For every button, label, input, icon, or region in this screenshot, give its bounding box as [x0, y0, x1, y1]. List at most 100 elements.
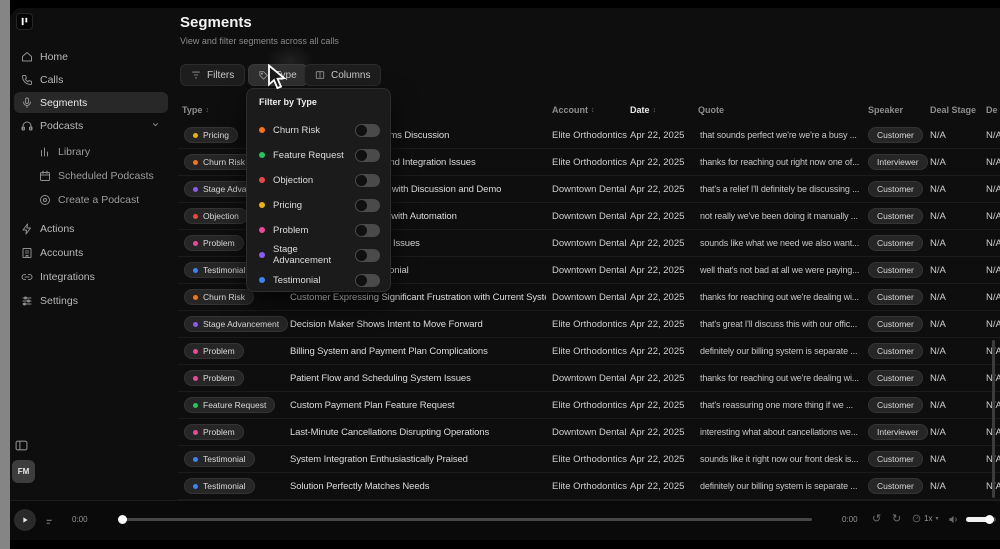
quote-cell: definitely our billing system is separat…	[700, 346, 858, 356]
columns-button[interactable]: Columns	[304, 64, 382, 86]
queue-icon[interactable]	[45, 514, 55, 532]
toggle-switch[interactable]	[355, 173, 380, 187]
type-badge-label: Pricing	[203, 130, 229, 140]
mouse-cursor	[266, 63, 290, 97]
filter-option-problem[interactable]: Problem	[253, 219, 386, 241]
segment-name: Solution Perfectly Matches Needs	[290, 481, 430, 492]
sidebar-item-label: Actions	[40, 222, 75, 235]
filter-option-label: Stage Advancement	[273, 244, 332, 266]
toggle-knob	[356, 274, 367, 286]
speaker-badge: Customer	[868, 127, 923, 143]
column-header-extra: De	[986, 105, 998, 115]
filter-option-objection[interactable]: Objection	[253, 169, 386, 191]
type-badge: Problem	[184, 343, 244, 359]
timeline-knob[interactable]	[118, 515, 127, 524]
column-header-type[interactable]: Type ↕	[182, 100, 209, 120]
sort-icon: ↕	[205, 106, 209, 114]
toggle-switch[interactable]	[355, 273, 380, 287]
speaker-badge: Customer	[868, 316, 923, 332]
deal-stage-cell: N/A	[930, 400, 946, 411]
audio-player-bar: 0:00 0:00 ↺ ↻ 1x ▾	[10, 500, 1000, 540]
type-badge-label: Objection	[203, 211, 239, 221]
volume-icon[interactable]	[948, 514, 959, 528]
column-header-account[interactable]: Account ↕	[552, 100, 595, 120]
toggle-switch[interactable]	[355, 223, 380, 237]
app-logo[interactable]	[16, 13, 33, 30]
speaker-badge: Customer	[868, 208, 923, 224]
quote-cell: that sounds perfect we're we're a busy .…	[700, 130, 857, 140]
filters-button[interactable]: Filters	[180, 64, 246, 86]
forward-icon[interactable]: ↻	[892, 512, 901, 525]
type-badge-label: Problem	[203, 373, 235, 383]
user-avatar[interactable]: FM	[12, 460, 35, 483]
sidebar-item-label: Scheduled Podcasts	[58, 169, 154, 182]
rewind-icon[interactable]: ↺	[872, 512, 881, 525]
extra-cell: N/A	[986, 319, 1000, 330]
gauge-icon	[912, 514, 921, 523]
timeline-slider[interactable]	[120, 518, 812, 521]
sidebar-item-label: Segments	[40, 96, 88, 109]
sidebar-item-home[interactable]: Home	[14, 46, 168, 67]
toggle-switch[interactable]	[355, 123, 380, 137]
filter-option-testimonial[interactable]: Testimonial	[253, 269, 386, 291]
podcasts-icon	[21, 120, 33, 132]
quote-cell: well that's not bad at all we were payin…	[700, 265, 860, 275]
sidebar-item-library[interactable]: Library	[14, 141, 168, 162]
filter-option-pricing[interactable]: Pricing	[253, 194, 386, 216]
column-header-date[interactable]: Date ↕	[630, 100, 656, 120]
quote-cell: definitely our billing system is separat…	[700, 481, 858, 491]
segment-name: Patient Flow and Scheduling System Issue…	[290, 373, 471, 384]
create-icon	[39, 194, 51, 206]
play-button[interactable]	[14, 509, 36, 531]
sidebar-item-calls[interactable]: Calls	[14, 69, 168, 90]
sidebar-item-podcasts[interactable]: Podcasts	[14, 115, 168, 136]
sidebar-item-integrations[interactable]: Integrations	[14, 266, 168, 287]
date-cell: Apr 22, 2025	[630, 319, 685, 330]
type-badge-label: Stage Advancement	[203, 319, 280, 329]
type-color-dot	[259, 277, 265, 283]
sidebar-item-segments[interactable]: Segments	[14, 92, 168, 113]
date-cell: Apr 22, 2025	[630, 238, 685, 249]
extra-cell: N/A	[986, 157, 1000, 168]
sidebar-item-scheduled-podcasts[interactable]: Scheduled Podcasts	[14, 165, 168, 186]
integrations-icon	[21, 271, 33, 283]
table-row[interactable]: Testimonial Solution Perfectly Matches Ne…	[178, 473, 1000, 500]
type-color-dot	[193, 267, 198, 273]
table-row[interactable]: Feature Request Custom Payment Plan Featu…	[178, 392, 1000, 419]
type-badge-label: Feature Request	[203, 400, 267, 410]
type-color-dot	[193, 456, 198, 462]
table-row[interactable]: Problem Last-Minute Cancellations Disrupt…	[178, 419, 1000, 446]
page-title: Segments	[180, 14, 252, 31]
deal-stage-cell: N/A	[930, 265, 946, 276]
toggle-switch[interactable]	[355, 198, 380, 212]
chevron-down-icon: ▾	[935, 516, 939, 522]
playback-speed-control[interactable]: 1x ▾	[912, 514, 938, 523]
table-row[interactable]: Problem Billing System and Payment Plan C…	[178, 338, 1000, 365]
sidebar-item-label: Podcasts	[40, 119, 84, 132]
filter-by-type-dropdown: Filter by Type Churn Risk Feature Request…	[246, 88, 391, 292]
sidebar-item-accounts[interactable]: Accounts	[14, 242, 168, 263]
filter-option-feature-request[interactable]: Feature Request	[253, 144, 386, 166]
scrollbar-thumb[interactable]	[992, 340, 995, 498]
segments-icon	[21, 97, 33, 109]
toggle-switch[interactable]	[355, 148, 380, 162]
sidebar-item-actions[interactable]: Actions	[14, 218, 168, 239]
type-badge: Problem	[184, 370, 244, 386]
collapse-sidebar-icon[interactable]	[15, 438, 28, 456]
toggle-switch[interactable]	[355, 248, 380, 262]
extra-cell: N/A	[986, 184, 1000, 195]
table-row[interactable]: Problem Patient Flow and Scheduling Syste…	[178, 365, 1000, 392]
table-row[interactable]: Stage Advancement Decision Maker Shows In…	[178, 311, 1000, 338]
filter-option-stage-advancement[interactable]: Stage Advancement	[253, 244, 386, 266]
date-cell: Apr 22, 2025	[630, 427, 685, 438]
type-badge: Testimonial	[184, 451, 255, 467]
sidebar-item-create-a-podcast[interactable]: Create a Podcast	[14, 189, 168, 210]
volume-knob[interactable]	[985, 515, 994, 524]
deal-stage-cell: N/A	[930, 157, 946, 168]
table-row[interactable]: Testimonial System Integration Enthusiast…	[178, 446, 1000, 473]
speaker-badge: Customer	[868, 343, 923, 359]
sidebar-item-settings[interactable]: Settings	[14, 290, 168, 311]
deal-stage-cell: N/A	[930, 184, 946, 195]
quote-cell: thanks for reaching out right now one of…	[700, 157, 860, 167]
filter-option-churn-risk[interactable]: Churn Risk	[253, 119, 386, 141]
